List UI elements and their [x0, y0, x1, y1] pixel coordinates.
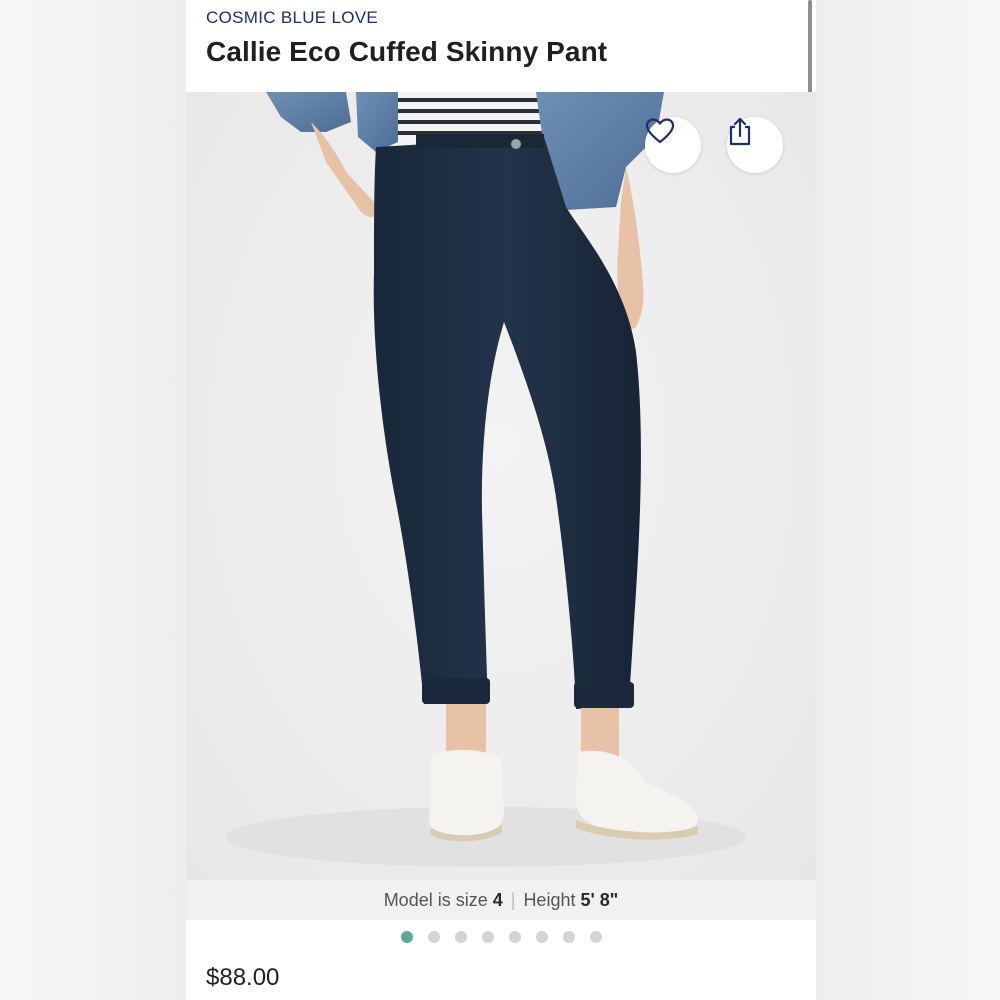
share-button[interactable] — [727, 117, 783, 173]
carousel-dot[interactable] — [400, 931, 413, 943]
model-size-value: 4 — [492, 889, 503, 910]
share-icon — [729, 117, 751, 146]
brand-link[interactable]: COSMIC BLUE LOVE — [206, 8, 378, 28]
heart-icon — [645, 118, 675, 144]
carousel-dot[interactable] — [427, 931, 440, 943]
product-header: COSMIC BLUE LOVE Callie Eco Cuffed Skinn… — [186, 0, 816, 92]
carousel-dot[interactable] — [562, 931, 575, 943]
product-image[interactable] — [186, 92, 816, 880]
divider: | — [510, 889, 516, 910]
model-info-bar: Model is size 4 | Height 5' 8" — [186, 880, 816, 920]
product-price: $88.00 — [206, 964, 280, 991]
carousel-dot[interactable] — [535, 931, 548, 943]
model-illustration — [226, 92, 746, 867]
carousel-dot[interactable] — [481, 931, 494, 943]
model-height-label: Height — [523, 889, 576, 910]
carousel-dot[interactable] — [454, 931, 467, 943]
product-page: COSMIC BLUE LOVE Callie Eco Cuffed Skinn… — [186, 0, 816, 1000]
favorite-button[interactable] — [645, 117, 701, 173]
backdrop-left — [0, 0, 186, 1000]
carousel-dot[interactable] — [589, 931, 602, 943]
carousel-dot[interactable] — [508, 931, 521, 943]
model-height-value: 5' 8" — [580, 889, 619, 910]
product-title: Callie Eco Cuffed Skinny Pant — [206, 36, 608, 67]
carousel-indicator — [186, 931, 816, 949]
model-size-label: Model is size — [383, 889, 488, 910]
backdrop-right — [816, 0, 1000, 1000]
